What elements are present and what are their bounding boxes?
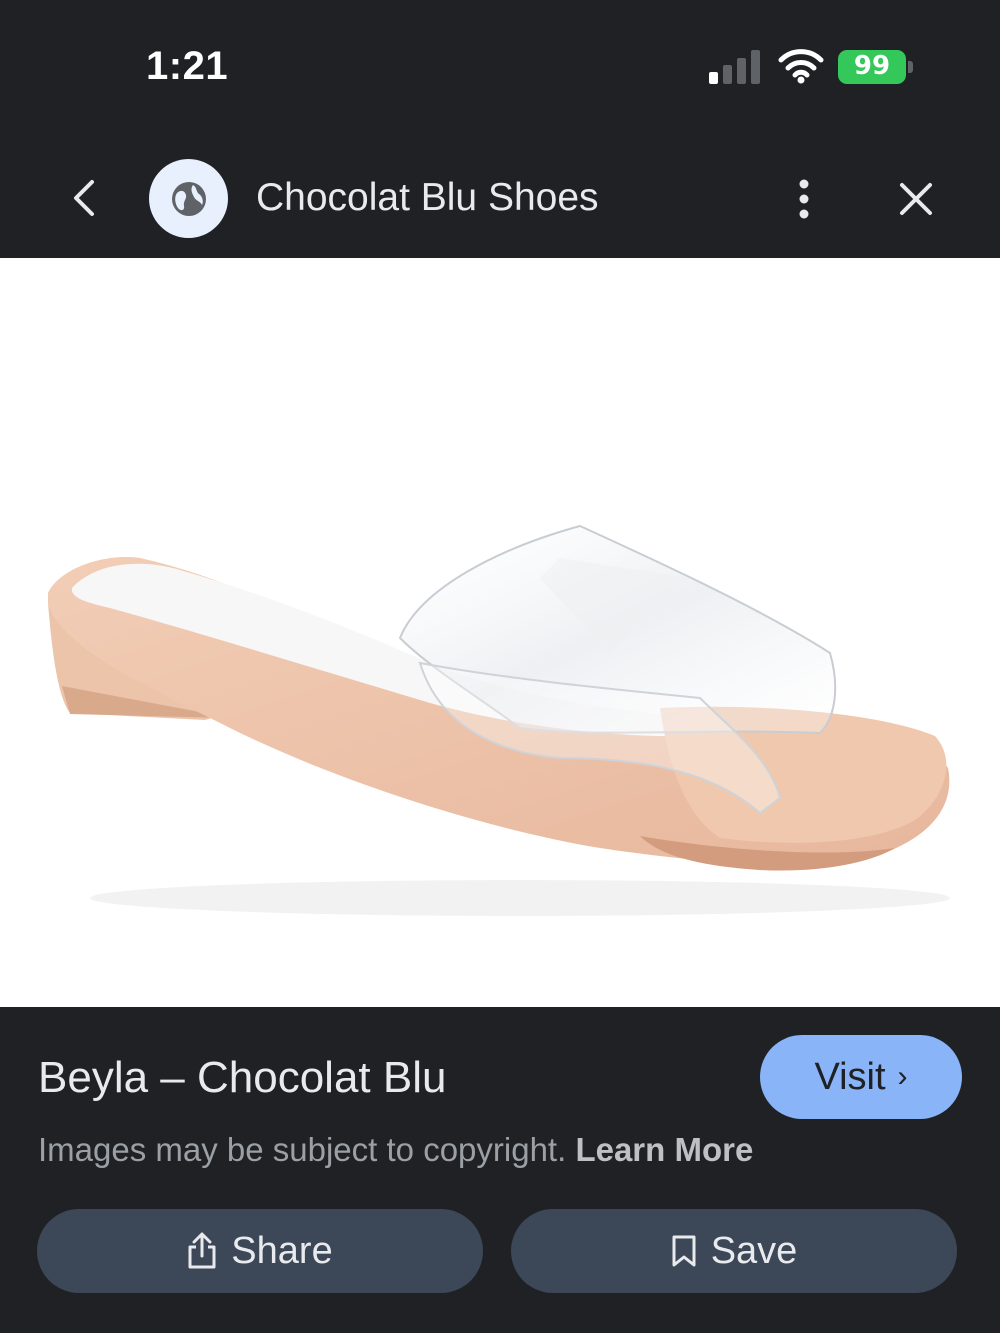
close-icon bbox=[900, 183, 932, 215]
product-image[interactable] bbox=[0, 258, 1000, 1007]
wifi-icon bbox=[778, 49, 824, 84]
visit-label: Visit bbox=[814, 1055, 886, 1098]
status-bar: 1:21 99 bbox=[0, 0, 1000, 140]
copyright-notice: Images may be subject to copyright. Lear… bbox=[38, 1131, 753, 1169]
chevron-left-icon bbox=[74, 180, 94, 216]
sandal-illustration bbox=[48, 524, 950, 916]
share-icon bbox=[188, 1232, 216, 1269]
back-button[interactable] bbox=[62, 176, 106, 220]
copyright-text: Images may be subject to copyright. bbox=[38, 1131, 567, 1168]
info-panel: Beyla – Chocolat Blu Visit › Images may … bbox=[0, 1007, 1000, 1333]
globe-icon bbox=[171, 181, 206, 216]
top-bar: Chocolat Blu Shoes bbox=[0, 140, 1000, 258]
battery-percent: 99 bbox=[853, 51, 891, 81]
share-label: Share bbox=[231, 1229, 333, 1272]
save-label: Save bbox=[710, 1229, 798, 1272]
chevron-right-icon: › bbox=[897, 1060, 908, 1093]
save-button[interactable]: Save bbox=[511, 1209, 957, 1293]
visit-button[interactable]: Visit › bbox=[760, 1035, 962, 1119]
cellular-signal-icon bbox=[709, 50, 760, 84]
site-title[interactable]: Chocolat Blu Shoes bbox=[256, 176, 599, 220]
battery-icon: 99 bbox=[838, 50, 914, 84]
learn-more-link[interactable]: Learn More bbox=[575, 1131, 753, 1168]
bookmark-icon bbox=[672, 1235, 696, 1267]
close-button[interactable] bbox=[893, 176, 939, 222]
site-favicon[interactable] bbox=[149, 159, 228, 238]
status-time: 1:21 bbox=[146, 44, 229, 88]
share-button[interactable]: Share bbox=[37, 1209, 483, 1293]
more-options-button[interactable] bbox=[786, 176, 822, 222]
result-title[interactable]: Beyla – Chocolat Blu bbox=[38, 1053, 446, 1103]
more-vert-icon bbox=[799, 179, 809, 219]
